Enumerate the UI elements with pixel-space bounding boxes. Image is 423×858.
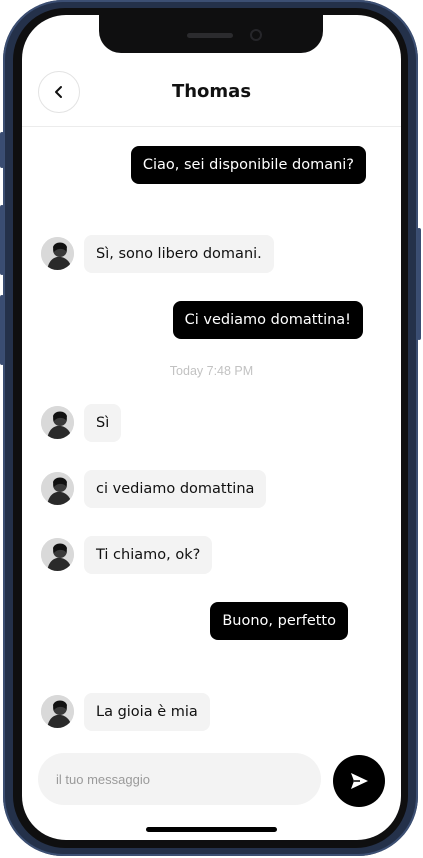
contact-name: Thomas [171,81,252,102]
side-button [0,205,4,275]
camera [250,29,262,41]
incoming-message: La gioia è mia [84,693,210,731]
avatar [41,695,74,728]
notch [99,15,323,53]
outgoing-message: Buono, perfetto [210,602,348,640]
incoming-message: Sì, sono libero domani. [84,235,274,273]
avatar [41,237,74,270]
send-button[interactable] [333,755,385,807]
side-button [0,295,4,365]
chat-screen: Thomas Ciao, sei disponibile domani? Sì,… [22,15,401,840]
message-input[interactable] [38,753,321,805]
avatar [41,472,74,505]
outgoing-message: Ci vediamo domattina! [172,301,363,339]
avatar [41,406,74,439]
outgoing-message: Ciao, sei disponibile domani? [130,146,366,184]
incoming-message: ci vediamo domattina [84,470,267,508]
chat-header: Thomas [22,53,401,127]
side-button [0,132,4,168]
message-timestamp: Today 7:48 PM [169,364,254,378]
avatar [41,538,74,571]
side-button [417,228,421,340]
home-indicator [146,827,277,832]
speaker [187,33,233,38]
send-icon [351,773,368,789]
incoming-message: Ti chiamo, ok? [84,536,213,574]
incoming-message: Sì [84,404,122,442]
